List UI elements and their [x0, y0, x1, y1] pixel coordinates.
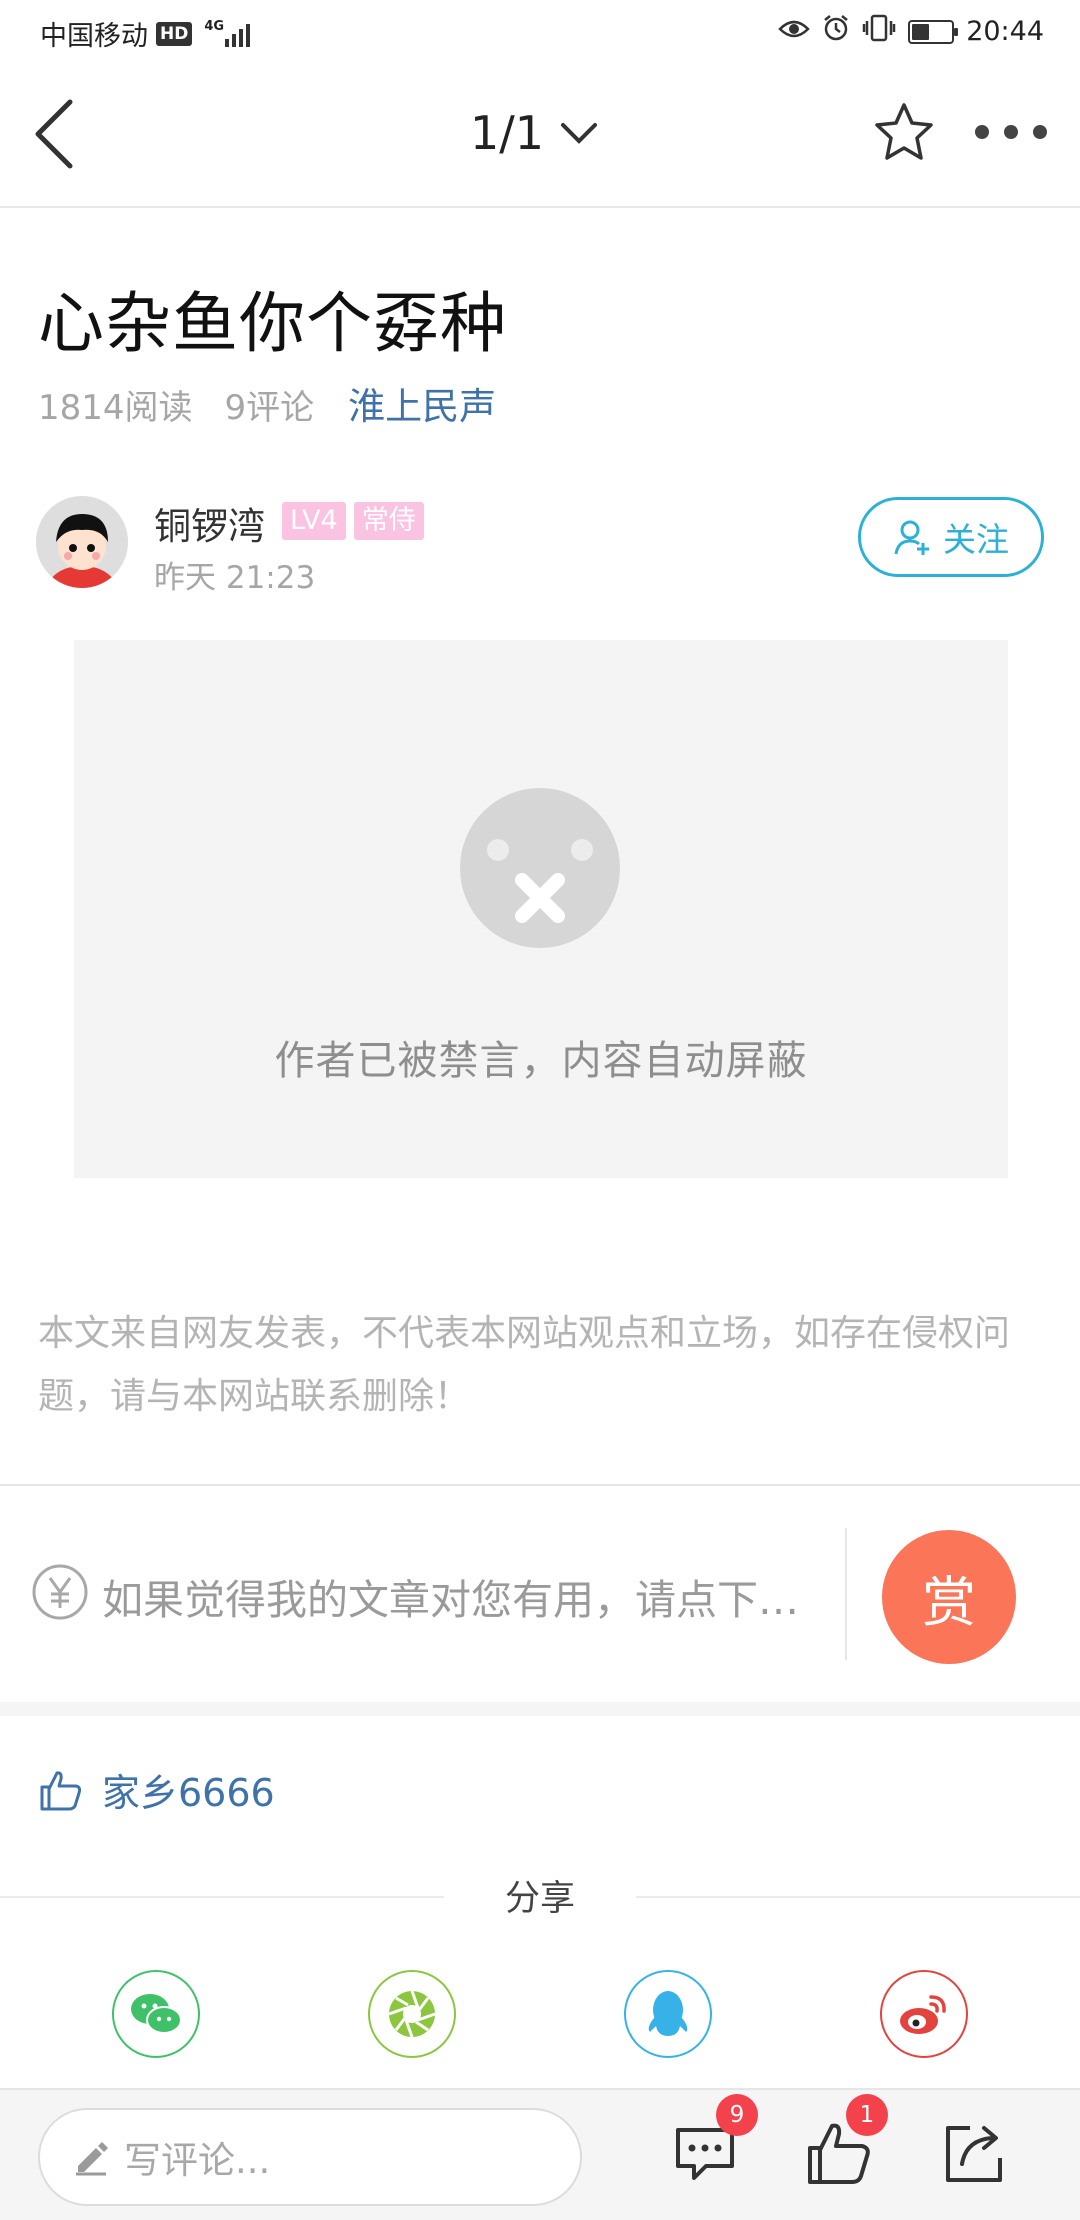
status-bar: 中国移动 HD 4G 20:44 — [0, 0, 1080, 64]
level-badge: LV4 — [282, 502, 346, 540]
comment-placeholder: 写评论... — [124, 2139, 271, 2182]
share-icon[interactable] — [940, 2118, 1010, 2188]
alarm-icon — [822, 14, 850, 49]
follow-button[interactable]: 关注 — [858, 497, 1044, 577]
author-badges: LV4 常侍 — [282, 502, 424, 540]
star-icon[interactable] — [872, 100, 936, 164]
comment-input[interactable]: 写评论... — [38, 2108, 582, 2206]
reward-row: 如果觉得我的文章对您有用，请点下… 赏 — [0, 1486, 1080, 1702]
muted-face-icon — [460, 788, 620, 948]
carrier-name: 中国移动 — [40, 21, 148, 52]
read-count: 1814阅读 — [38, 388, 193, 428]
moments-icon[interactable] — [368, 1970, 456, 2058]
like-count-badge: 1 — [846, 2094, 888, 2136]
reward-prompt: 如果觉得我的文章对您有用，请点下… — [102, 1576, 799, 1624]
post-meta: 1814阅读 9评论 淮上民声 — [38, 376, 496, 430]
thumb-up-icon — [40, 1770, 82, 1810]
qq-icon[interactable] — [624, 1970, 712, 2058]
author-name[interactable]: 铜锣湾 — [154, 496, 265, 550]
source-link[interactable]: 淮上民声 — [348, 376, 496, 430]
signal-icon: 4G — [204, 18, 251, 47]
reward-separator — [845, 1528, 847, 1660]
nav-bar: 1/1 — [0, 64, 1080, 208]
share-divider-left — [0, 1896, 444, 1898]
disclaimer: 本文来自网友发表，不代表本网站观点和立场，如存在侵权问题，请与本网站联系删除！ — [38, 1313, 1011, 1417]
wechat-icon[interactable] — [112, 1970, 200, 2058]
weibo-icon[interactable] — [880, 1970, 968, 2058]
status-left: 中国移动 HD 4G — [40, 14, 251, 53]
follow-label: 关注 — [943, 520, 1009, 559]
pencil-icon — [76, 2142, 108, 2176]
post-title: 心杂鱼你个孬种 — [38, 285, 507, 362]
clock-time: 20:44 — [966, 16, 1044, 47]
bottom-bar: 写评论... 9 1 — [0, 2088, 1080, 2220]
page-indicator: 1/1 — [470, 106, 545, 160]
rank-badge: 常侍 — [353, 502, 424, 540]
back-arrow-icon[interactable] — [26, 94, 86, 174]
comment-icon[interactable]: 9 — [670, 2094, 758, 2188]
chevron-down-icon — [561, 123, 598, 144]
blocked-message: 作者已被禁言，内容自动屏蔽 — [274, 1038, 808, 1084]
section-gap — [0, 1702, 1080, 1716]
eye-icon — [778, 16, 810, 47]
avatar[interactable] — [36, 496, 128, 588]
blocked-content: 作者已被禁言，内容自动屏蔽 — [74, 640, 1008, 1178]
add-user-icon — [894, 520, 929, 555]
post-time: 昨天 21:23 — [154, 560, 316, 596]
battery-icon — [908, 19, 959, 44]
vibrate-icon — [862, 14, 896, 49]
thumb-up-icon[interactable]: 1 — [804, 2094, 888, 2188]
hd-icon: HD — [156, 21, 193, 46]
comment-count[interactable]: 9评论 — [225, 380, 315, 429]
more-dots-icon[interactable] — [974, 120, 1048, 144]
yen-icon — [32, 1564, 88, 1620]
likers-row: 家乡6666 — [38, 1762, 275, 1817]
page-selector[interactable]: 1/1 — [470, 106, 598, 160]
liker-name[interactable]: 家乡6666 — [102, 1762, 275, 1817]
comment-count-badge: 9 — [716, 2094, 758, 2136]
reward-button[interactable]: 赏 — [882, 1530, 1016, 1664]
status-right: 20:44 — [778, 14, 1044, 49]
share-label: 分享 — [504, 1879, 575, 1919]
network-type: 4G — [204, 18, 225, 34]
share-divider-right — [636, 1896, 1080, 1898]
